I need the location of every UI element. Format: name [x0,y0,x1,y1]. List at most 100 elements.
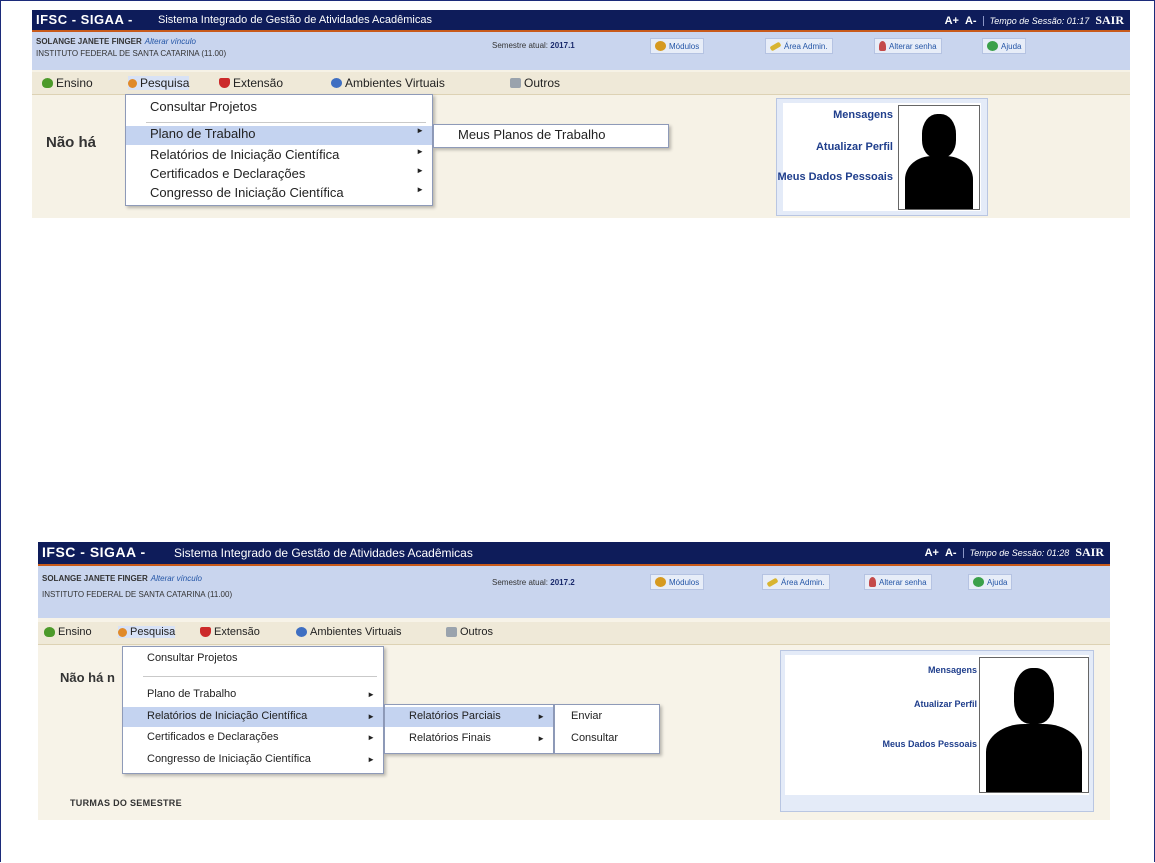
menu-item-label: Consultar Projetos [147,652,238,664]
brand-logo: IFSC - SIGAA - [36,12,133,27]
screenshot-menu-plano-trabalho: IFSC - SIGAA - Sistema Integrado de Gest… [32,10,1130,218]
semester-value: 2017.1 [550,41,575,50]
menu-item-consultar-projetos[interactable]: Consultar Projetos [126,99,432,119]
admin-button[interactable]: Área Admin. [762,574,830,590]
menu-item-consultar[interactable]: Consultar [555,729,659,749]
avatar-head [922,114,956,158]
font-decrease-button[interactable]: A- [945,547,957,559]
help-button[interactable]: Ajuda [982,38,1027,54]
pesquisa-icon [128,78,137,88]
semester-label: Semestre atual: [492,41,549,50]
change-password-label: Alterar senha [879,577,927,587]
change-link[interactable]: Alterar vínculo [151,574,202,583]
session-timer: Tempo de Sessão: 01:17 [982,15,1089,26]
menu-item-label: Plano de Trabalho [150,126,256,141]
title-bar: IFSC - SIGAA - Sistema Integrado de Gest… [32,10,1130,32]
menu-outros-label: Outros [460,626,494,638]
user-bar: SOLANGE JANETE FINGER Alterar vínculo INS… [38,566,1110,618]
menu-item-certificados[interactable]: Certificados e Declarações ► [126,166,432,185]
menu-item-relatorios-parciais[interactable]: Relatórios Parciais ► [385,707,553,727]
modules-button[interactable]: Módulos [650,38,705,54]
pesquisa-dropdown: Consultar Projetos Plano de Trabalho ► Re… [125,94,433,206]
change-link[interactable]: Alterar vínculo [145,37,196,46]
screenshot-menu-relatorios: IFSC - SIGAA - Sistema Integrado de Gest… [38,542,1110,820]
exit-button[interactable]: SAIR [1075,545,1104,560]
modules-label: Módulos [669,577,700,587]
plano-submenu: Meus Planos de Trabalho [433,124,669,148]
avatar-body [905,156,973,209]
key-icon [766,577,779,587]
exit-button[interactable]: SAIR [1095,13,1124,28]
profile-panel-inner: Mensagens Atualizar Perfil Meus Dados Pe… [777,103,981,211]
ensino-icon [44,627,55,637]
menu-outros[interactable]: Outros [446,626,493,638]
system-name: Sistema Integrado de Gestão de Atividade… [158,14,432,26]
modules-button[interactable]: Módulos [650,574,705,590]
personal-data-link[interactable]: Meus Dados Pessoais [882,739,977,749]
menu-item-plano-trabalho[interactable]: Plano de Trabalho ► [123,685,383,705]
admin-label: Área Admin. [784,41,828,51]
menu-item-label: Consultar Projetos [150,99,257,114]
menu-item-relatorios[interactable]: Relatórios de Iniciação Científica ► [123,707,383,727]
extensao-icon [200,627,211,637]
main-menu-bar: Ensino Pesquisa Extensão Ambientes Virtu… [32,72,1130,95]
menu-item-relatorios-finais[interactable]: Relatórios Finais ► [385,729,553,749]
user-name: SOLANGE JANETE FINGER [36,37,142,46]
change-password-button[interactable]: Alterar senha [864,574,932,590]
ambientes-icon [331,78,342,88]
menu-item-congresso[interactable]: Congresso de Iniciação Científica ► [126,185,432,204]
help-label: Ajuda [987,577,1008,587]
menu-item-label: Enviar [571,710,603,722]
help-button[interactable]: Ajuda [968,574,1013,590]
menu-item-congresso[interactable]: Congresso de Iniciação Científica ► [123,750,383,770]
font-increase-button[interactable]: A+ [925,547,939,559]
semester-info: Semestre atual: 2017.1 [492,41,575,50]
menu-item-enviar[interactable]: Enviar [555,707,659,727]
main-menu-bar: Ensino Pesquisa Extensão Ambientes Virtu… [38,622,1110,645]
extensao-icon [219,78,230,88]
avatar-head [1014,668,1054,724]
menu-pesquisa[interactable]: Pesquisa [128,76,190,90]
profile-panel-inner: Mensagens Atualizar Perfil Meus Dados Pe… [785,655,1089,795]
menu-item-consultar-projetos[interactable]: Consultar Projetos [123,652,383,670]
font-increase-button[interactable]: A+ [945,15,959,27]
semester-value: 2017.2 [550,578,575,587]
submenu-arrow-icon: ► [416,166,424,175]
menu-item-relatorios[interactable]: Relatórios de Iniciação Científica ► [126,147,432,166]
menu-outros[interactable]: Outros [510,76,560,90]
menu-pesquisa[interactable]: Pesquisa [118,626,176,638]
admin-label: Área Admin. [781,577,825,587]
modules-icon [655,41,666,51]
update-profile-link[interactable]: Atualizar Perfil [816,141,893,153]
modules-icon [655,577,666,587]
personal-data-link[interactable]: Meus Dados Pessoais [777,171,893,183]
messages-link[interactable]: Mensagens [928,665,977,675]
menu-item-meus-planos[interactable]: Meus Planos de Trabalho [434,127,668,145]
admin-button[interactable]: Área Admin. [765,38,833,54]
messages-link[interactable]: Mensagens [833,109,893,121]
change-password-label: Alterar senha [889,41,937,51]
menu-extensao[interactable]: Extensão [219,76,283,90]
menu-ambientes[interactable]: Ambientes Virtuais [331,76,445,90]
font-decrease-button[interactable]: A- [965,15,977,27]
pesquisa-icon [118,627,127,637]
menu-ensino[interactable]: Ensino [42,76,93,90]
avatar [898,105,980,210]
menu-ensino-label: Ensino [56,76,93,90]
semester-info: Semestre atual: 2017.2 [492,578,575,587]
user-info: SOLANGE JANETE FINGER Alterar vínculo [42,574,202,583]
menu-extensao[interactable]: Extensão [200,626,260,638]
menu-item-plano-trabalho[interactable]: Plano de Trabalho ► [126,126,432,145]
system-name: Sistema Integrado de Gestão de Atividade… [174,546,473,560]
menu-ambientes[interactable]: Ambientes Virtuais [296,626,402,638]
relatorios-submenu: Relatórios Parciais ► Relatórios Finais ► [384,704,554,754]
help-icon [987,41,998,51]
profile-panel: Mensagens Atualizar Perfil Meus Dados Pe… [780,650,1094,812]
semester-label: Semestre atual: [492,578,549,587]
title-bar: IFSC - SIGAA - Sistema Integrado de Gest… [38,542,1110,566]
update-profile-link[interactable]: Atualizar Perfil [914,699,977,709]
menu-item-certificados[interactable]: Certificados e Declarações ► [123,728,383,748]
menu-ensino[interactable]: Ensino [44,626,92,638]
brand-logo: IFSC - SIGAA - [42,544,146,560]
change-password-button[interactable]: Alterar senha [874,38,942,54]
